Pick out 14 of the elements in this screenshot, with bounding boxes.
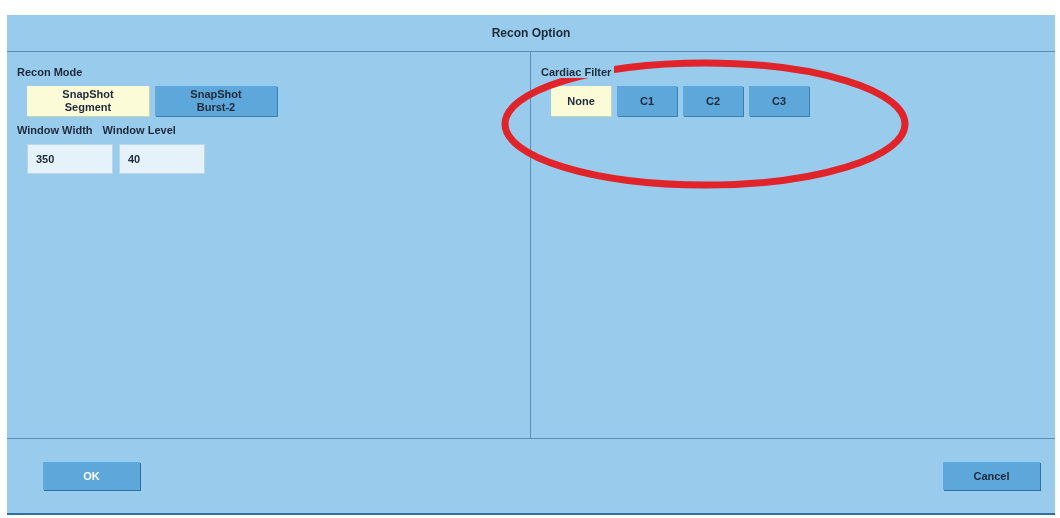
window-title: Recon Option: [491, 26, 571, 40]
option-button[interactable]: C1: [617, 86, 677, 116]
option-button[interactable]: SnapShot Burst-2: [155, 86, 277, 116]
option-button[interactable]: None: [551, 86, 611, 116]
input-field[interactable]: 40: [119, 144, 205, 174]
input-field[interactable]: 350: [27, 144, 113, 174]
field-label: Window Width: [17, 124, 93, 136]
cancel-button[interactable]: Cancel: [943, 462, 1040, 490]
section-label: Cardiac Filter: [541, 66, 615, 78]
option-button[interactable]: C2: [683, 86, 743, 116]
field-label: Window Level: [102, 124, 176, 136]
section-label: Recon Mode: [17, 66, 84, 78]
option-button[interactable]: C3: [749, 86, 809, 116]
option-button[interactable]: SnapShot Segment: [27, 86, 149, 116]
